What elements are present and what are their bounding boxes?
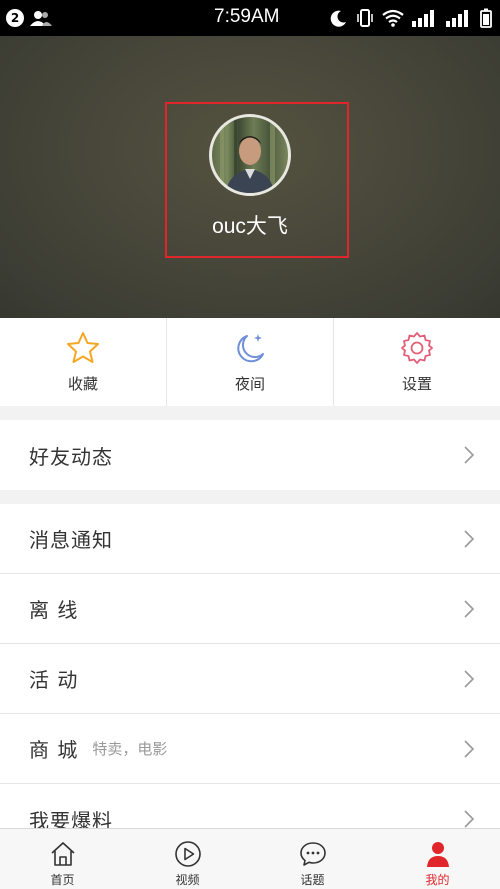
video-play-icon: [174, 841, 201, 867]
night-mode-button[interactable]: 夜间: [167, 318, 334, 406]
menu-item-label: 活 动: [29, 668, 79, 692]
gear-icon: [401, 332, 433, 364]
favorites-button[interactable]: 收藏: [0, 318, 167, 406]
chevron-right-icon: [464, 670, 474, 688]
tab-label: 话题: [300, 873, 325, 887]
chevron-right-icon: [464, 810, 474, 828]
notification-badge: 2: [6, 9, 24, 27]
menu-item-shop[interactable]: 商 城 特卖，电影: [0, 714, 500, 784]
menu-item-offline[interactable]: 离 线: [0, 574, 500, 644]
tab-label: 我的: [425, 873, 450, 887]
signal-2-icon: [446, 10, 468, 27]
tab-topics[interactable]: 话题: [250, 829, 375, 889]
wifi-icon: [382, 9, 404, 27]
tab-mine[interactable]: 我的: [375, 829, 500, 889]
night-mode-label: 夜间: [234, 375, 265, 393]
home-icon: [50, 842, 75, 866]
avatar[interactable]: [209, 114, 291, 196]
tab-label: 首页: [50, 873, 75, 887]
profile-icon: [426, 842, 449, 867]
moon-icon: [237, 334, 264, 363]
status-bar: 2 7:59AM: [0, 0, 500, 36]
bottom-tab-bar: 首页 视频 话题 我的: [0, 828, 500, 889]
settings-button[interactable]: 设置: [334, 318, 500, 406]
chevron-right-icon: [464, 740, 474, 758]
star-icon: [67, 332, 99, 363]
tab-video[interactable]: 视频: [125, 829, 250, 889]
settings-label: 设置: [401, 375, 432, 393]
status-time: 7:59AM: [214, 6, 280, 27]
moon-status-icon: [330, 10, 346, 27]
profile-header: ouc大飞: [0, 36, 500, 318]
menu-group-1: 好友动态: [0, 420, 500, 490]
menu-item-label: 好友动态: [29, 444, 113, 469]
menu-item-messages[interactable]: 消息通知: [0, 504, 500, 574]
menu-item-events[interactable]: 活 动: [0, 644, 500, 714]
menu-item-label: 离 线: [29, 598, 79, 622]
vibrate-icon: [357, 9, 373, 27]
contacts-icon: [30, 11, 52, 26]
avatar-person-icon: [220, 117, 275, 193]
menu-item-friends-activity[interactable]: 好友动态: [0, 420, 500, 490]
tab-label: 视频: [175, 873, 200, 887]
quick-actions: 收藏 夜间 设置: [0, 318, 500, 406]
favorites-label: 收藏: [67, 375, 98, 393]
chat-bubble-icon: [299, 842, 326, 866]
menu-item-subtitle: 特卖，电影: [92, 740, 168, 758]
menu-group-2: 消息通知 离 线 活 动 商 城 特卖，电影 我要爆料: [0, 504, 500, 854]
menu-item-label: 消息通知: [29, 528, 113, 552]
battery-icon: [480, 8, 492, 28]
status-icons: [330, 7, 492, 29]
tab-home[interactable]: 首页: [0, 829, 125, 889]
signal-icon: [412, 10, 434, 27]
chevron-right-icon: [464, 530, 474, 548]
chevron-right-icon: [464, 600, 474, 618]
menu-item-label: 商 城: [29, 738, 79, 762]
username[interactable]: ouc大飞: [0, 210, 500, 240]
chevron-right-icon: [464, 446, 474, 464]
